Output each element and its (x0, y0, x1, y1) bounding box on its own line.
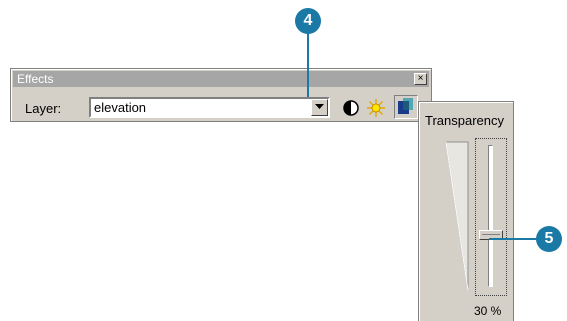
effects-window: Effects × Layer: elevation (10, 68, 432, 122)
layer-dropdown[interactable]: elevation (89, 97, 330, 118)
layer-label: Layer: (25, 101, 62, 116)
callout-4-leader (307, 33, 309, 97)
effects-title: Effects (17, 72, 54, 86)
contrast-button[interactable] (341, 98, 361, 118)
transparency-icon (398, 98, 413, 114)
slider-track (488, 145, 493, 287)
transparency-panel: Transparency 30 % (418, 101, 514, 321)
layer-dropdown-button[interactable] (311, 99, 328, 116)
brightness-icon (367, 99, 385, 117)
layer-value: elevation (94, 100, 147, 115)
transparency-value: 30 % (474, 304, 502, 318)
callout-5: 5 (536, 226, 562, 252)
transparency-ramp (446, 141, 469, 291)
effects-titlebar[interactable]: Effects × (13, 71, 429, 87)
transparency-button[interactable] (394, 95, 418, 119)
chevron-down-icon (315, 104, 324, 109)
close-icon: × (417, 73, 424, 84)
brightness-button[interactable] (366, 98, 386, 118)
close-button[interactable]: × (414, 73, 427, 85)
transparency-slider[interactable] (475, 138, 507, 296)
callout-4: 4 (295, 8, 321, 34)
contrast-icon (343, 100, 359, 116)
transparency-title: Transparency (425, 113, 504, 128)
callout-5-leader (489, 238, 537, 240)
